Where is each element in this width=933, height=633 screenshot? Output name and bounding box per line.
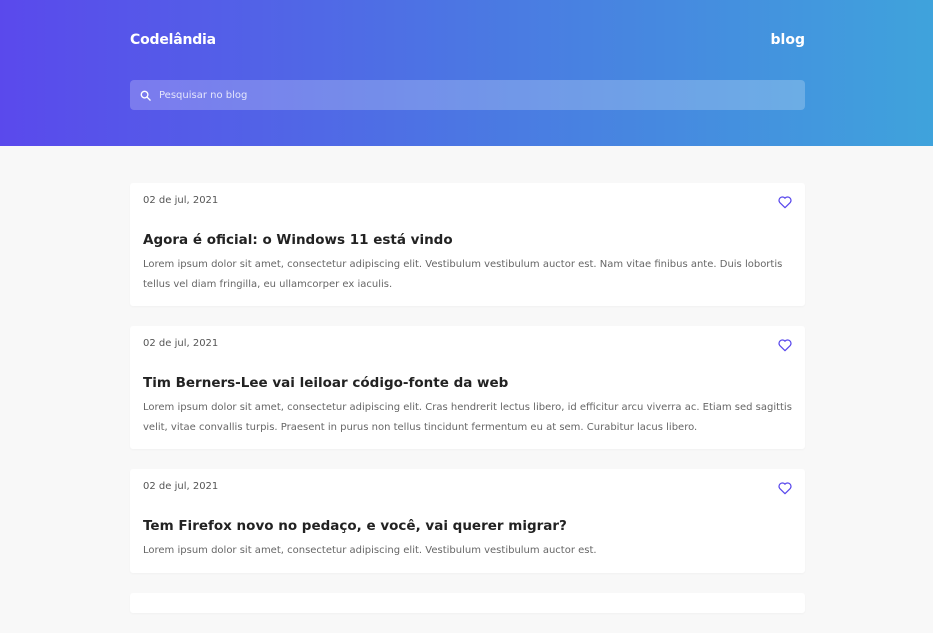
heart-icon[interactable] [777, 194, 793, 210]
post-date: 02 de jul, 2021 [143, 481, 219, 492]
nav-blog-link[interactable]: blog [771, 32, 805, 48]
search-icon [140, 90, 151, 101]
post-card[interactable]: 02 de jul, 2021 Agora é oficial: o Windo… [130, 183, 805, 306]
post-title[interactable]: Tem Firefox novo no pedaço, e você, vai … [143, 517, 793, 535]
post-card[interactable]: 02 de jul, 2021 Tem Firefox novo no peda… [130, 469, 805, 573]
post-date: 02 de jul, 2021 [143, 338, 219, 349]
post-excerpt: Lorem ipsum dolor sit amet, consectetur … [143, 259, 783, 290]
post-title[interactable]: Agora é oficial: o Windows 11 está vindo [143, 231, 793, 249]
post-excerpt: Lorem ipsum dolor sit amet, consectetur … [143, 545, 597, 556]
search-bar[interactable] [130, 80, 805, 110]
post-title[interactable]: Tim Berners-Lee vai leiloar código-fonte… [143, 374, 793, 392]
post-date: 02 de jul, 2021 [143, 195, 219, 206]
post-card-partial[interactable] [130, 592, 805, 613]
post-list: 02 de jul, 2021 Agora é oficial: o Windo… [130, 183, 805, 633]
brand-logo[interactable]: Codelândia [130, 32, 216, 48]
search-input[interactable] [159, 89, 799, 101]
heart-icon[interactable] [777, 480, 793, 496]
heart-icon[interactable] [777, 337, 793, 353]
post-card[interactable]: 02 de jul, 2021 Tim Berners-Lee vai leil… [130, 326, 805, 449]
site-header: Codelândia blog [0, 0, 933, 146]
post-excerpt: Lorem ipsum dolor sit amet, consectetur … [143, 402, 792, 433]
